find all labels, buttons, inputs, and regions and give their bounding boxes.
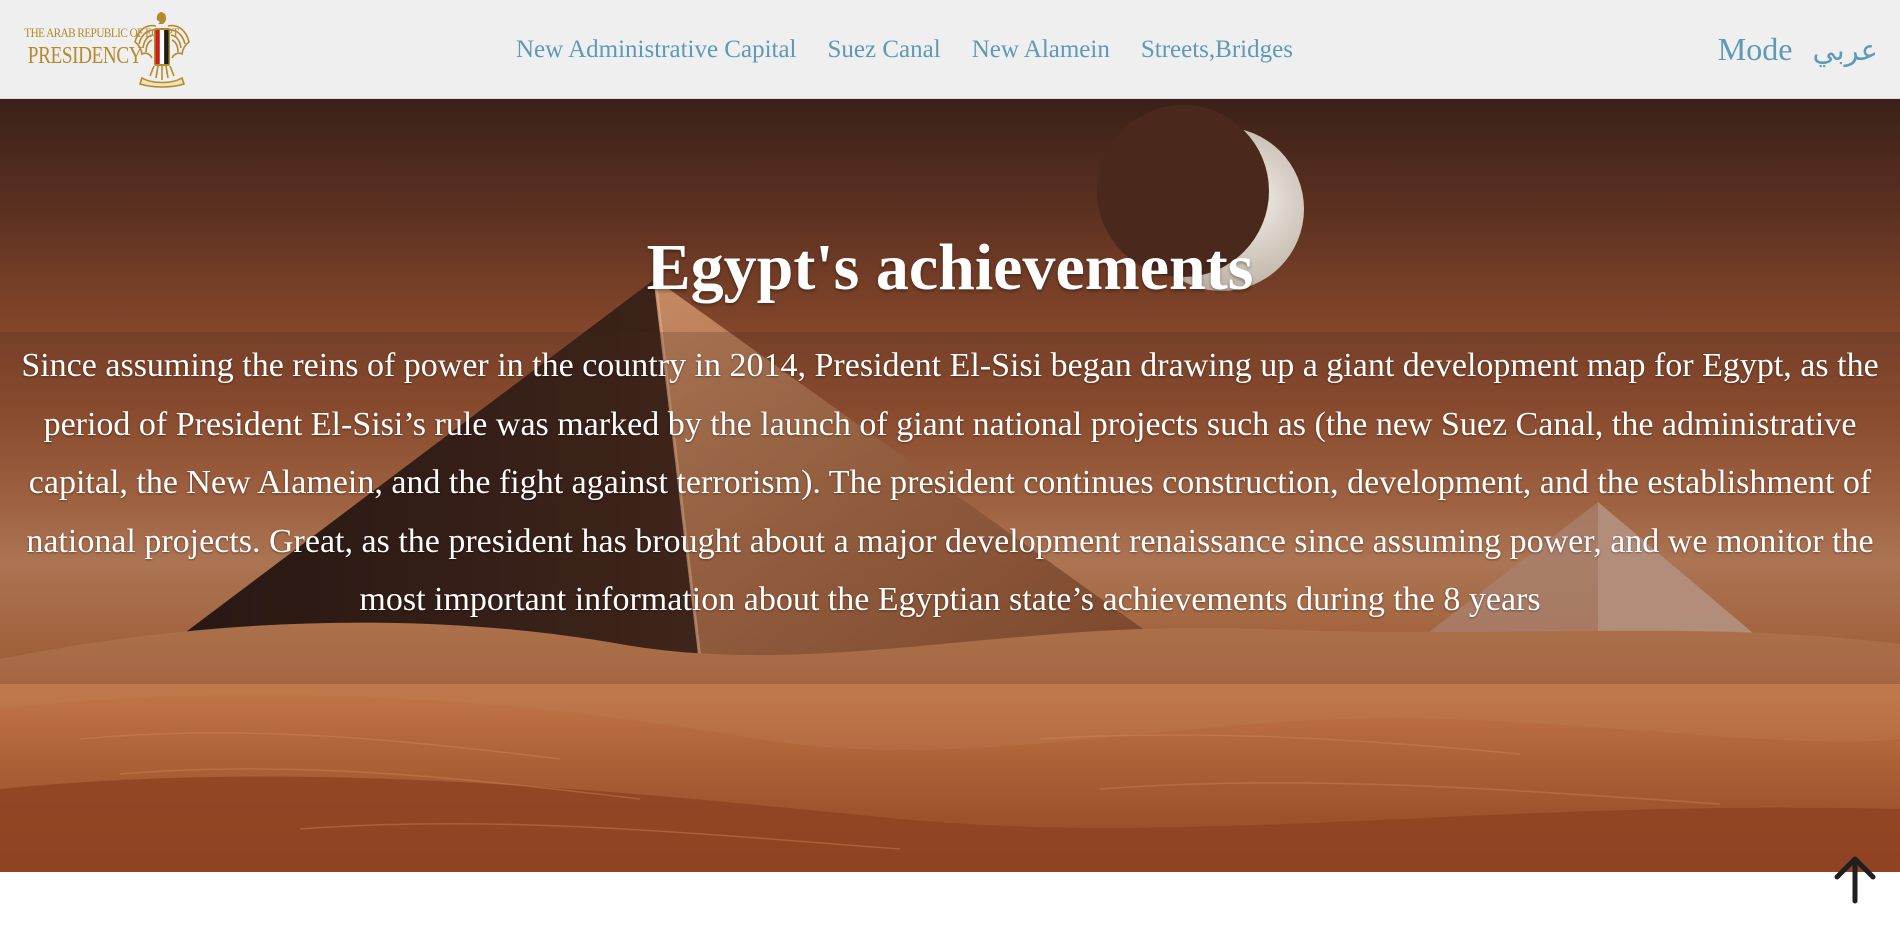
back-to-top-button[interactable] [1831,854,1879,904]
eagle-emblem-icon [134,12,190,88]
main-navigation: New Administrative Capital Suez Canal Ne… [516,0,1293,99]
page-title: Egypt's achievements [646,231,1254,305]
nav-link-new-administrative-capital[interactable]: New Administrative Capital [516,36,797,64]
hero-section: Egypt's achievements Since assuming the … [0,99,1900,872]
top-navbar: THE ARAB REPUBLIC OF EGYPT PRESIDENCY Ne… [0,0,1900,99]
nav-link-streets-bridges[interactable]: Streets,Bridges [1141,36,1293,64]
navbar-actions: Mode عربي [1718,0,1878,99]
nav-link-new-alamein[interactable]: New Alamein [972,36,1110,64]
logo-line-presidency: PRESIDENCY [27,43,143,69]
mode-toggle-button[interactable]: Mode [1718,31,1793,68]
achievements-description: Since assuming the reins of power in the… [21,347,1879,618]
logo-line-country: THE ARAB REPUBLIC OF EGYPT [24,25,179,40]
nav-link-suez-canal[interactable]: Suez Canal [828,36,941,64]
logo-wordmark: THE ARAB REPUBLIC OF EGYPT PRESIDENCY [16,25,179,69]
presidency-logo[interactable]: THE ARAB REPUBLIC OF EGYPT PRESIDENCY [16,8,196,90]
arabic-language-button[interactable]: عربي [1812,33,1878,67]
arrow-up-icon [1834,856,1876,904]
